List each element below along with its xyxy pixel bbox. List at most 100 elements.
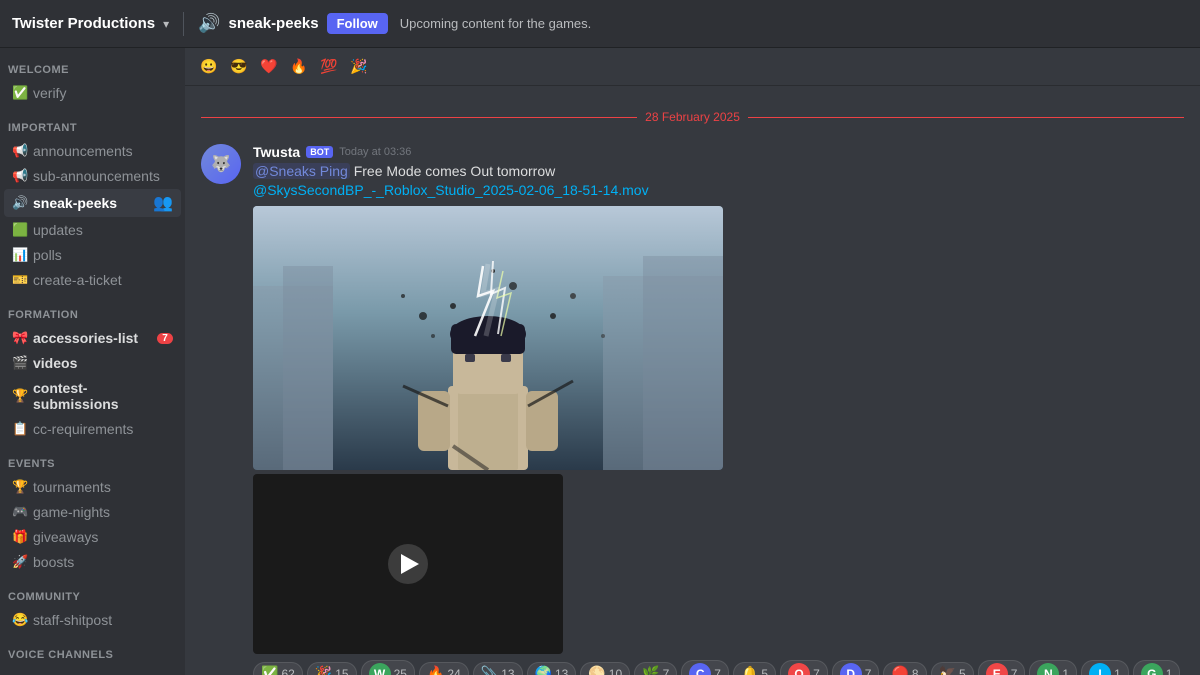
reaction-count-15: 1	[1062, 667, 1069, 675]
top-icon-0: 😀	[197, 55, 221, 79]
reaction-8[interactable]: C7	[681, 660, 729, 675]
sidebar-item-game-nights[interactable]: 🎮 game-nights	[4, 500, 181, 524]
sidebar-item-updates[interactable]: 🟩updates	[4, 218, 181, 242]
top-icon-4: 💯	[317, 55, 341, 79]
reaction-16[interactable]: I1	[1081, 660, 1129, 675]
message-1: 🐺 Twusta BOT Today at 03:36 @Sneaks Ping…	[185, 140, 1200, 675]
reaction-0[interactable]: ✅62	[253, 662, 303, 675]
top-bar-divider	[183, 12, 184, 36]
attachment-link-anchor[interactable]: @SkysSecondBP_-_Roblox_Studio_2025-02-06…	[253, 182, 649, 198]
channel-name-game-nights: game-nights	[33, 504, 110, 520]
sidebar-item-announcements[interactable]: 📢announcements	[4, 139, 181, 163]
channel-name-verify: verify	[33, 85, 66, 101]
channel-emoji-videos: 🎬	[12, 355, 28, 371]
sidebar-item-sneak-peeks[interactable]: 🔊sneak-peeks👥	[4, 189, 181, 217]
date-divider-line-right	[748, 117, 1184, 118]
reaction-4[interactable]: 📎13	[473, 662, 523, 675]
message-content-1: Twusta BOT Today at 03:36 @Sneaks Ping F…	[253, 144, 1184, 675]
sidebar-item-videos[interactable]: 🎬 videos	[4, 351, 181, 375]
sidebar-item-giveaways[interactable]: 🎁giveaways	[4, 525, 181, 549]
reaction-letter-17: G	[1141, 663, 1163, 675]
attachment-link-1[interactable]: @SkysSecondBP_-_Roblox_Studio_2025-02-06…	[253, 182, 1184, 200]
reaction-14[interactable]: E7	[978, 660, 1026, 675]
reaction-count-2: 25	[394, 667, 407, 675]
reaction-letter-2: W	[369, 663, 391, 675]
sidebar-section-header-welcome: WELCOME	[0, 48, 185, 80]
date-divider-text: 28 February 2025	[637, 110, 748, 124]
play-button[interactable]	[388, 544, 428, 584]
sidebar-item-cc-requirements[interactable]: 📋cc-requirements	[4, 417, 181, 441]
sidebar-item-verify[interactable]: ✅verify	[4, 81, 181, 105]
reaction-7[interactable]: 🌿7	[634, 662, 677, 675]
reaction-12[interactable]: 🔴8	[883, 662, 926, 675]
reaction-5[interactable]: 🌍13	[527, 662, 577, 675]
reaction-emoji-7: 🌿	[642, 665, 659, 675]
reaction-letter-10: O	[788, 663, 810, 675]
bot-badge-1: BOT	[306, 146, 333, 158]
channel-name-accessories-list: accessories-list	[33, 330, 138, 346]
channel-emoji-polls: 📊	[12, 247, 28, 263]
channel-name-staff-shitpost: staff-shitpost	[33, 612, 112, 628]
embed-container-image	[253, 206, 753, 470]
reaction-letter-11: D	[840, 663, 862, 675]
mention-1: @Sneaks Ping	[253, 163, 350, 179]
channel-name-cc-requirements: cc-requirements	[33, 421, 133, 437]
message-text-1: @Sneaks Ping Free Mode comes Out tomorro…	[253, 162, 1184, 182]
sidebar: WELCOME✅verifyIMPORTANT📢announcements📢su…	[0, 48, 185, 675]
reaction-6[interactable]: 🌕10	[580, 662, 630, 675]
channel-emoji-game-nights: 🎮	[12, 504, 28, 520]
reaction-17[interactable]: G1	[1133, 660, 1181, 675]
reaction-10[interactable]: O7	[780, 660, 828, 675]
main-layout: WELCOME✅verifyIMPORTANT📢announcements📢su…	[0, 48, 1200, 675]
reaction-2[interactable]: W25	[361, 660, 415, 675]
channel-name-updates: updates	[33, 222, 83, 238]
sidebar-item-accessories-list[interactable]: 🎀accessories-list7	[4, 326, 181, 350]
sidebar-item-create-a-ticket[interactable]: 🎫create-a-ticket	[4, 268, 181, 292]
channel-name-videos: videos	[33, 355, 77, 371]
reaction-13[interactable]: 🦅5	[931, 662, 974, 675]
badge-accessories-list: 7	[157, 333, 173, 344]
sidebar-item-polls[interactable]: 📊polls	[4, 243, 181, 267]
channel-name-announcements: announcements	[33, 143, 133, 159]
messages-area: 28 February 2025 🐺 Twusta BOT Today at 0…	[185, 86, 1200, 675]
channel-name-tournaments: tournaments	[33, 479, 111, 495]
reaction-letter-14: E	[986, 663, 1008, 675]
message-username-1: Twusta	[253, 144, 300, 160]
channel-emoji-tournaments: 🏆	[12, 479, 28, 495]
reaction-emoji-4: 📎	[481, 665, 498, 675]
reaction-emoji-5: 🌍	[535, 665, 552, 675]
embed-video[interactable]	[253, 474, 563, 654]
sidebar-item-contest-submissions[interactable]: 🏆contest-submissions	[4, 376, 181, 416]
channel-emoji-staff-shitpost: 😂	[12, 612, 28, 628]
channel-emoji-sneak-peeks: 🔊	[12, 195, 28, 211]
add-members-icon-sneak-peeks[interactable]: 👥	[153, 193, 173, 213]
reaction-letter-15: N	[1037, 663, 1059, 675]
reaction-15[interactable]: N1	[1029, 660, 1077, 675]
reaction-count-6: 10	[609, 667, 622, 675]
sidebar-item-staff-shitpost[interactable]: 😂 staff-shitpost	[4, 608, 181, 632]
reaction-11[interactable]: D7	[832, 660, 880, 675]
sidebar-section-header-formation: FORMATION	[0, 293, 185, 325]
sidebar-item-tournaments[interactable]: 🏆 tournaments	[4, 475, 181, 499]
top-bar: Twister Productions ▾ 🔊 sneak-peeks Foll…	[0, 0, 1200, 48]
reaction-count-13: 5	[959, 667, 966, 675]
channel-name-create-a-ticket: create-a-ticket	[33, 272, 122, 288]
reaction-3[interactable]: 🔥24	[419, 662, 469, 675]
sidebar-item-sub-announcements[interactable]: 📢sub-announcements	[4, 164, 181, 188]
channel-emoji-boosts: 🚀	[12, 554, 28, 570]
reaction-emoji-1: 🎉	[315, 665, 332, 675]
reactions-bar-1: ✅62🎉15W25🔥24📎13🌍13🌕10🌿7C7🔔5O7D7🔴8🦅5E7N1I…	[253, 660, 1184, 675]
server-dropdown-icon[interactable]: ▾	[163, 17, 169, 31]
reaction-count-17: 1	[1166, 667, 1173, 675]
channel-name-sub-announcements: sub-announcements	[33, 168, 160, 184]
follow-button[interactable]: Follow	[327, 13, 388, 34]
sidebar-item-boosts[interactable]: 🚀boosts	[4, 550, 181, 574]
reaction-count-8: 7	[714, 667, 721, 675]
channel-icon-top: 🔊	[198, 13, 220, 34]
channel-top-icons: 😀😎❤️🔥💯🎉	[185, 48, 1200, 86]
reaction-1[interactable]: 🎉15	[307, 662, 357, 675]
reaction-9[interactable]: 🔔5	[733, 662, 776, 675]
avatar-img-1: 🐺	[201, 144, 241, 184]
reaction-count-3: 24	[447, 667, 460, 675]
channel-name-top: sneak-peeks	[229, 15, 319, 32]
